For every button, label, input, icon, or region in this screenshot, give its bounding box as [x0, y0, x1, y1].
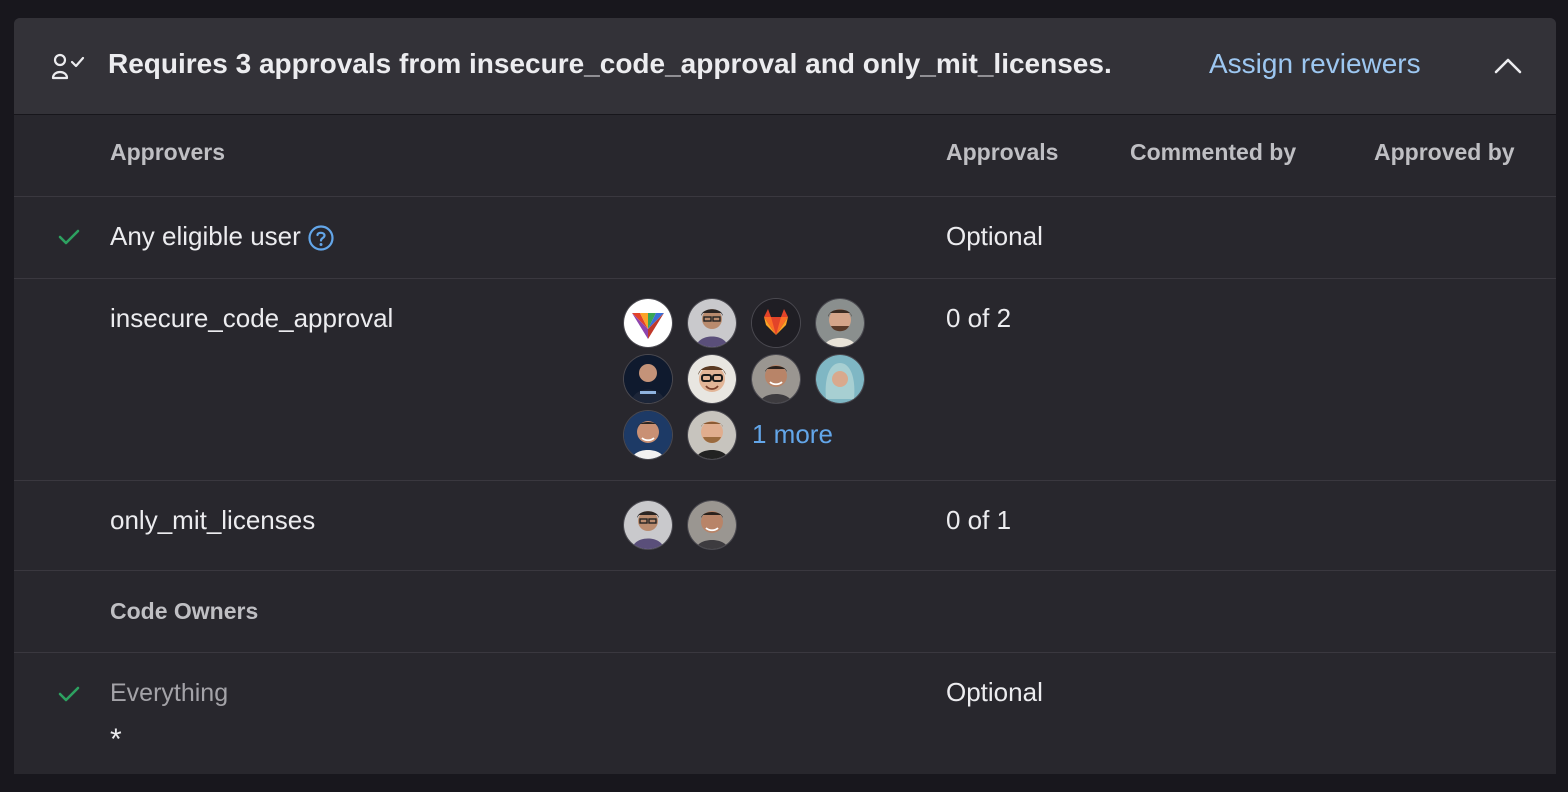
approvals-status: Optional [946, 221, 1043, 251]
approver-avatars [624, 501, 884, 551]
approvals-status: 0 of 2 [946, 303, 1012, 333]
avatar[interactable] [688, 299, 736, 347]
approver-avatars: 1 more [624, 299, 884, 469]
column-header-approvers: Approvers [110, 139, 226, 165]
check-icon [56, 681, 82, 707]
assign-reviewers-link[interactable]: Assign reviewers [1209, 48, 1421, 80]
approvals-header: Requires 3 approvals from insecure_code_… [14, 18, 1556, 115]
approvals-status: Optional [946, 677, 1043, 707]
rule-name-cell: Any eligible user [110, 221, 335, 252]
more-approvers-link[interactable]: 1 more [752, 419, 833, 450]
column-header-approved-by: Approved by [1374, 139, 1515, 165]
table-row: only_mit_licenses 0 of 1 [14, 481, 1556, 571]
approvals-status: 0 of 1 [946, 505, 1012, 535]
approvals-summary-title: Requires 3 approvals from insecure_code_… [108, 48, 1112, 79]
avatar[interactable] [688, 355, 736, 403]
avatar[interactable] [816, 299, 864, 347]
code-owners-heading: Code Owners [110, 598, 259, 624]
rule-name: insecure_code_approval [110, 303, 394, 333]
avatar[interactable] [816, 355, 864, 403]
avatar[interactable] [688, 501, 736, 549]
column-header-commented-by: Commented by [1130, 139, 1297, 165]
help-icon[interactable] [307, 224, 335, 252]
table-header-row: Approvers Approvals Commented by Approve… [14, 115, 1556, 197]
avatar[interactable] [624, 411, 672, 459]
table-row: Any eligible user Optional [14, 197, 1556, 279]
table-row: insecure_code_approval 1 more 0 of 2 [14, 279, 1556, 481]
avatar[interactable] [624, 355, 672, 403]
approvals-panel: Requires 3 approvals from insecure_code_… [14, 18, 1556, 774]
avatar[interactable] [688, 411, 736, 459]
code-owner-pattern: * [110, 723, 122, 756]
avatar[interactable] [624, 299, 672, 347]
code-owner-rule-name: Everything [110, 679, 229, 707]
table-row: Everything * Optional [14, 653, 1556, 774]
user-check-icon [50, 52, 86, 82]
code-owners-header-row: Code Owners [14, 571, 1556, 653]
rule-name: Any eligible user [110, 221, 301, 251]
avatar[interactable] [624, 501, 672, 549]
avatar[interactable] [752, 355, 800, 403]
rule-name: only_mit_licenses [110, 505, 316, 535]
column-header-approvals: Approvals [946, 139, 1059, 165]
check-icon [56, 224, 82, 250]
chevron-up-icon[interactable] [1492, 54, 1524, 78]
avatar[interactable] [752, 299, 800, 347]
